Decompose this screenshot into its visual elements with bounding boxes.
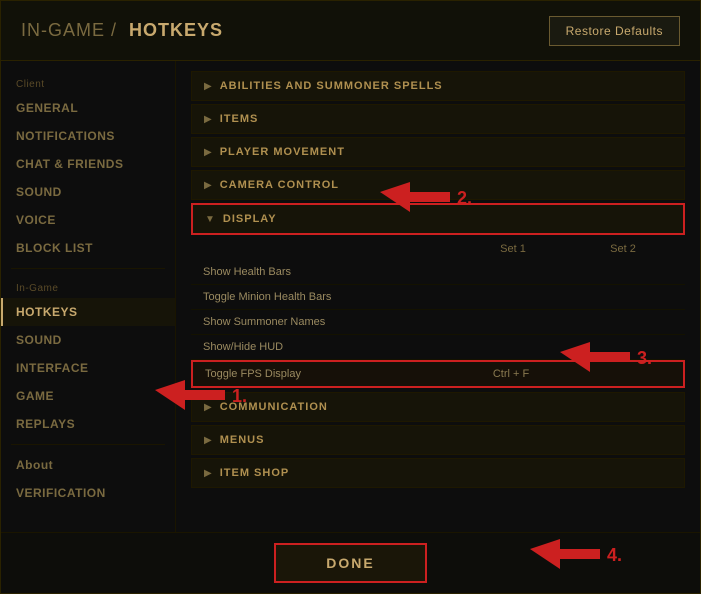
category-abilities[interactable]: ▶ ABILITIES AND SUMMONER SPELLS xyxy=(191,71,685,101)
category-display[interactable]: ▼ DISPLAY xyxy=(191,203,685,235)
hotkey-table-header: Set 1 Set 2 xyxy=(191,238,685,260)
footer: DONE xyxy=(1,532,700,593)
col-header-name xyxy=(203,243,453,255)
restore-defaults-button[interactable]: Restore Defaults xyxy=(549,16,680,46)
col-header-set2: Set 2 xyxy=(573,243,673,255)
sidebar-item-interface[interactable]: INTERFACE xyxy=(1,354,175,382)
category-items[interactable]: ▶ ITEMS xyxy=(191,104,685,134)
category-communication[interactable]: ▶ COMMUNICATION xyxy=(191,392,685,422)
sidebar-item-verification[interactable]: VERIFICATION xyxy=(1,479,175,507)
page-title: IN-GAME / HOTKEYS xyxy=(21,20,223,41)
category-item-shop[interactable]: ▶ ITEM SHOP xyxy=(191,458,685,488)
header: IN-GAME / HOTKEYS Restore Defaults xyxy=(1,1,700,61)
sidebar-divider-2 xyxy=(11,444,165,445)
hotkey-row-toggle-minion-health[interactable]: Toggle Minion Health Bars xyxy=(191,285,685,310)
expand-arrow-player-movement: ▶ xyxy=(204,147,212,158)
category-menus[interactable]: ▶ MENUS xyxy=(191,425,685,455)
sidebar-divider xyxy=(11,268,165,269)
sidebar-item-sound-ingame[interactable]: SOUND xyxy=(1,326,175,354)
expand-arrow-items: ▶ xyxy=(204,114,212,125)
expand-arrow-display: ▼ xyxy=(205,214,215,225)
sidebar-item-chat-friends[interactable]: CHAT & FRIENDS xyxy=(1,150,175,178)
sidebar-section-client: Client xyxy=(1,71,175,94)
sidebar-section-ingame: In-Game xyxy=(1,275,175,298)
expand-arrow-communication: ▶ xyxy=(204,402,212,413)
category-player-movement[interactable]: ▶ PLAYER MOVEMENT xyxy=(191,137,685,167)
sidebar-item-general[interactable]: GENERAL xyxy=(1,94,175,122)
col-header-set1: Set 1 xyxy=(453,243,573,255)
main-content: Client GENERAL NOTIFICATIONS CHAT & FRIE… xyxy=(1,61,700,532)
hotkey-row-show-hide-hud[interactable]: Show/Hide HUD xyxy=(191,335,685,360)
hotkey-row-show-summoner-names[interactable]: Show Summoner Names xyxy=(191,310,685,335)
sidebar-item-blocklist[interactable]: BLOCK LIST xyxy=(1,234,175,262)
expand-arrow-abilities: ▶ xyxy=(204,81,212,92)
sidebar-item-notifications[interactable]: NOTIFICATIONS xyxy=(1,122,175,150)
hotkey-row-show-health-bars[interactable]: Show Health Bars xyxy=(191,260,685,285)
expand-arrow-menus: ▶ xyxy=(204,435,212,446)
breadcrumb-current: HOTKEYS xyxy=(129,20,223,40)
category-camera-control[interactable]: ▶ CAMERA CONTROL xyxy=(191,170,685,200)
sidebar-item-about[interactable]: About xyxy=(1,451,175,479)
expand-arrow-camera-control: ▶ xyxy=(204,180,212,191)
sidebar-item-voice[interactable]: VOICE xyxy=(1,206,175,234)
hotkey-row-toggle-fps[interactable]: Toggle FPS Display Ctrl + F xyxy=(191,360,685,388)
sidebar-item-hotkeys[interactable]: HOTKEYS xyxy=(1,298,175,326)
sidebar-item-sound-client[interactable]: SOUND xyxy=(1,178,175,206)
content-area: ▶ ABILITIES AND SUMMONER SPELLS ▶ ITEMS … xyxy=(176,61,700,532)
sidebar-item-game[interactable]: GAME xyxy=(1,382,175,410)
sidebar-item-replays[interactable]: REPLAYS xyxy=(1,410,175,438)
done-button[interactable]: DONE xyxy=(274,543,426,583)
expand-arrow-item-shop: ▶ xyxy=(204,468,212,479)
sidebar: Client GENERAL NOTIFICATIONS CHAT & FRIE… xyxy=(1,61,176,532)
breadcrumb-prefix: IN-GAME / xyxy=(21,20,117,40)
